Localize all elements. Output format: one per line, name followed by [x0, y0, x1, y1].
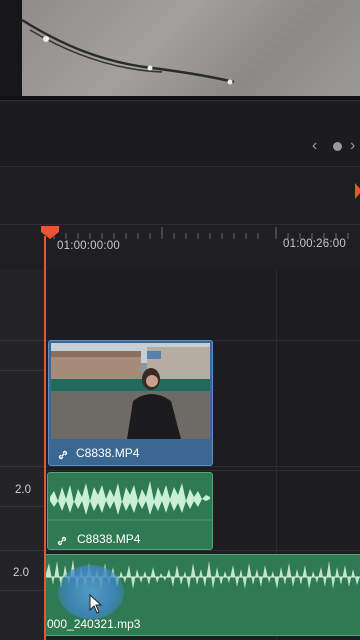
- end-marker-icon: [355, 183, 360, 199]
- link-icon: [58, 450, 68, 460]
- link-icon: [57, 536, 67, 546]
- video-clip-thumbnail: [51, 343, 210, 439]
- playhead-line[interactable]: [44, 236, 46, 640]
- audio-clip-1-name: C8838.MP4: [77, 532, 141, 546]
- viewer-preview-frame[interactable]: [22, 0, 360, 96]
- video-clip-name: C8838.MP4: [76, 446, 140, 460]
- center-dot-button[interactable]: [333, 142, 342, 151]
- timecode-end-label: 01:00:26:00: [283, 238, 346, 250]
- next-arrow-icon[interactable]: ›: [350, 138, 360, 154]
- track-header-column: [0, 270, 45, 640]
- toolbar-secondary-strip: [0, 166, 360, 225]
- timeline-toolbar: [0, 100, 360, 167]
- playhead-handle-icon[interactable]: [41, 226, 59, 240]
- audio-track-1-volume[interactable]: 2.0: [15, 484, 31, 496]
- timecode-start-label: 01:00:00:00: [57, 240, 120, 252]
- audio-track-2-volume[interactable]: 2.0: [13, 567, 29, 579]
- previous-arrow-icon[interactable]: ‹: [312, 138, 326, 154]
- ruler-ticks: [53, 227, 349, 239]
- audio-clip-2-name: 000_240321.mp3: [47, 617, 141, 631]
- pointer-cursor-icon: [89, 594, 103, 614]
